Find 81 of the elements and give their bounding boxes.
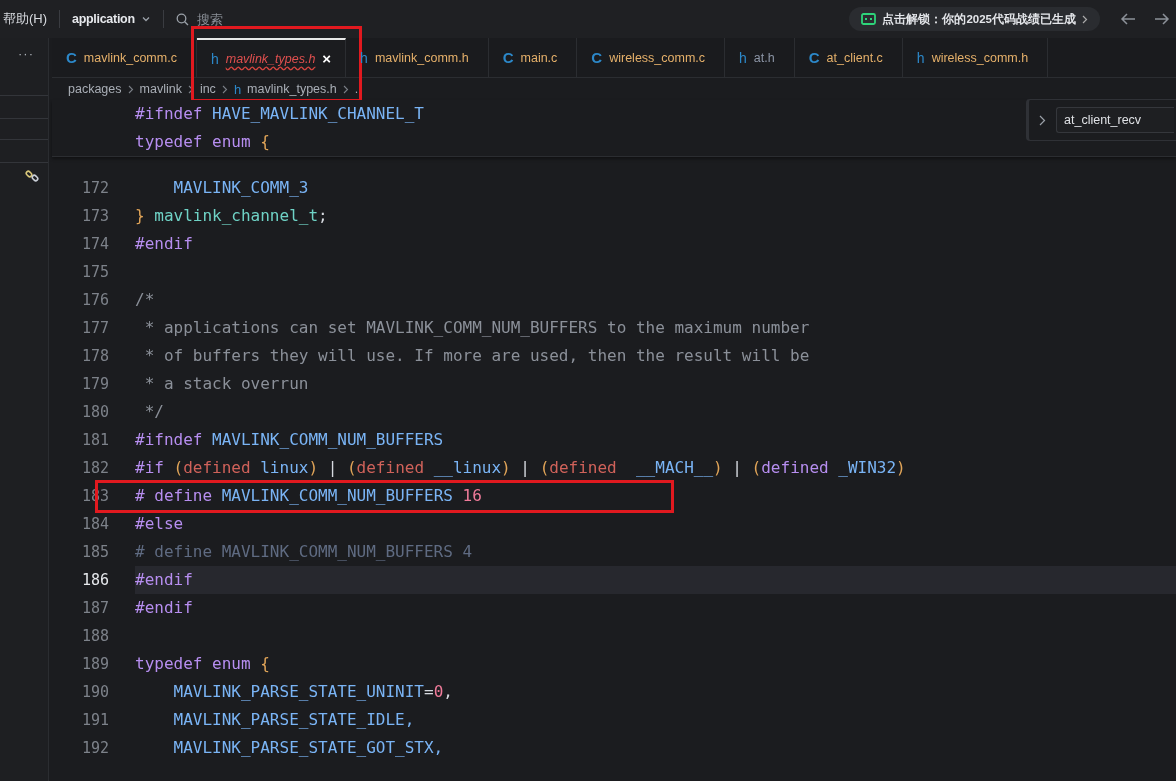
line-number: 189	[80, 655, 109, 673]
line-number: 172	[80, 179, 109, 197]
header-file-icon: h	[210, 50, 219, 67]
code-line: #ifndef MAVLINK_COMM_NUM_BUFFERS	[135, 429, 444, 451]
code-line: #if (defined linux) | (defined __linux) | (defined __MACH__) | (defined _WIN32)	[135, 457, 906, 479]
c-file-icon: C	[502, 49, 514, 66]
banner-text: 点击解锁：你的2025代码战绩已生成	[882, 11, 1076, 27]
editor-tab[interactable]: C at_client.c	[794, 38, 903, 77]
header-file-icon: h	[233, 81, 242, 97]
line-number: 176	[80, 291, 109, 309]
code-line: } mavlink_channel_t;	[135, 205, 328, 227]
chevron-icon	[1082, 14, 1088, 24]
c-file-icon: C	[808, 49, 820, 66]
line-number: 174	[80, 235, 109, 253]
chevron-icon	[221, 84, 228, 94]
line-number: 181	[80, 431, 109, 449]
chevron-icon	[342, 84, 349, 94]
line-number: 182	[80, 459, 109, 477]
code-line: # define MAVLINK_COMM_NUM_BUFFERS 16	[135, 485, 482, 507]
search-icon	[175, 12, 189, 26]
c-file-icon: C	[591, 49, 603, 66]
code-line: typedef enum {	[134, 131, 270, 153]
chevron-icon[interactable]	[1039, 114, 1046, 126]
breadcrumb-item[interactable]: ..	[354, 82, 362, 96]
close-icon[interactable]: ×	[322, 50, 332, 67]
line-number: 192	[80, 739, 109, 757]
editor-tab[interactable]: C wireless_comm.c	[577, 38, 726, 77]
outline-search-field[interactable]: at_client_recv	[1056, 107, 1174, 133]
code-line: typedef enum {	[135, 653, 270, 675]
line-number: 187	[80, 599, 109, 617]
caret-icon	[140, 14, 151, 24]
code-line: */	[143, 401, 164, 423]
code-line: * a stack overrun	[143, 373, 309, 395]
code-line: * of buffers they will use. If more are used, then the result will be	[143, 345, 810, 367]
code-line: #endif	[135, 233, 193, 255]
chevron-icon	[187, 84, 194, 94]
line-number: 179	[80, 375, 109, 393]
breadcrumb-item[interactable]: mavlink_types.h	[247, 82, 337, 96]
breadcrumb-item[interactable]: inc	[199, 82, 216, 96]
editor-tab[interactable]: h at.h	[725, 38, 795, 77]
back-arrow-icon[interactable]	[1120, 12, 1136, 26]
code-line: #else	[135, 513, 184, 535]
line-number: 184	[80, 515, 109, 533]
help-menu[interactable]: 帮助(H)	[3, 10, 48, 28]
line-number: 177	[80, 319, 109, 337]
more-button[interactable]: ···	[18, 46, 34, 61]
line-number: 186	[80, 571, 109, 589]
code-line: MAVLINK_COMM_3	[172, 177, 309, 199]
link-icon[interactable]	[25, 169, 39, 183]
header-file-icon: h	[916, 49, 925, 66]
c-file-icon: C	[66, 49, 77, 66]
forward-arrow-icon[interactable]	[1154, 12, 1170, 26]
editor-tab[interactable]: h wireless_comm.h	[902, 38, 1049, 77]
editor-tab[interactable]: C main.c	[488, 38, 578, 77]
code-line: #endif	[135, 569, 193, 591]
code-line: #ifndef HAVE_MAVLINK_CHANNEL_T	[134, 103, 424, 125]
line-number: 175	[80, 263, 109, 281]
project-selector[interactable]: application	[72, 12, 151, 26]
code-line: /*	[135, 289, 155, 311]
line-number: 185	[80, 543, 109, 561]
line-number: 180	[80, 403, 109, 421]
code-line: MAVLINK_PARSE_STATE_UNINIT=0,	[172, 681, 453, 703]
editor-tab[interactable]: C mavlink_comm.c	[52, 38, 197, 77]
code-line: #endif	[135, 597, 193, 619]
line-number: 191	[80, 711, 109, 729]
breadcrumb-item[interactable]: packages	[68, 82, 122, 96]
search-field[interactable]: 搜索	[194, 10, 259, 28]
line-number: 190	[80, 683, 109, 701]
chevron-icon	[127, 84, 134, 94]
line-number: 173	[80, 207, 109, 225]
line-number: 188	[80, 627, 109, 645]
line-number: 178	[80, 347, 109, 365]
robot-icon	[861, 13, 877, 25]
promo-banner[interactable]: 点击解锁：你的2025代码战绩已生成	[849, 7, 1100, 31]
code-line: MAVLINK_PARSE_STATE_GOT_STX,	[172, 737, 444, 759]
breadcrumb-item[interactable]: mavlink	[139, 82, 182, 96]
code-line: # define MAVLINK_COMM_NUM_BUFFERS 4	[135, 541, 473, 563]
code-line: * applications can set MAVLINK_COMM_NUM_BUFFERS to the maximum number	[143, 317, 810, 339]
editor-tab[interactable]: h mavlink_types.h ×	[196, 38, 347, 77]
code-line: MAVLINK_PARSE_STATE_IDLE,	[172, 709, 415, 731]
header-file-icon: h	[739, 49, 747, 66]
